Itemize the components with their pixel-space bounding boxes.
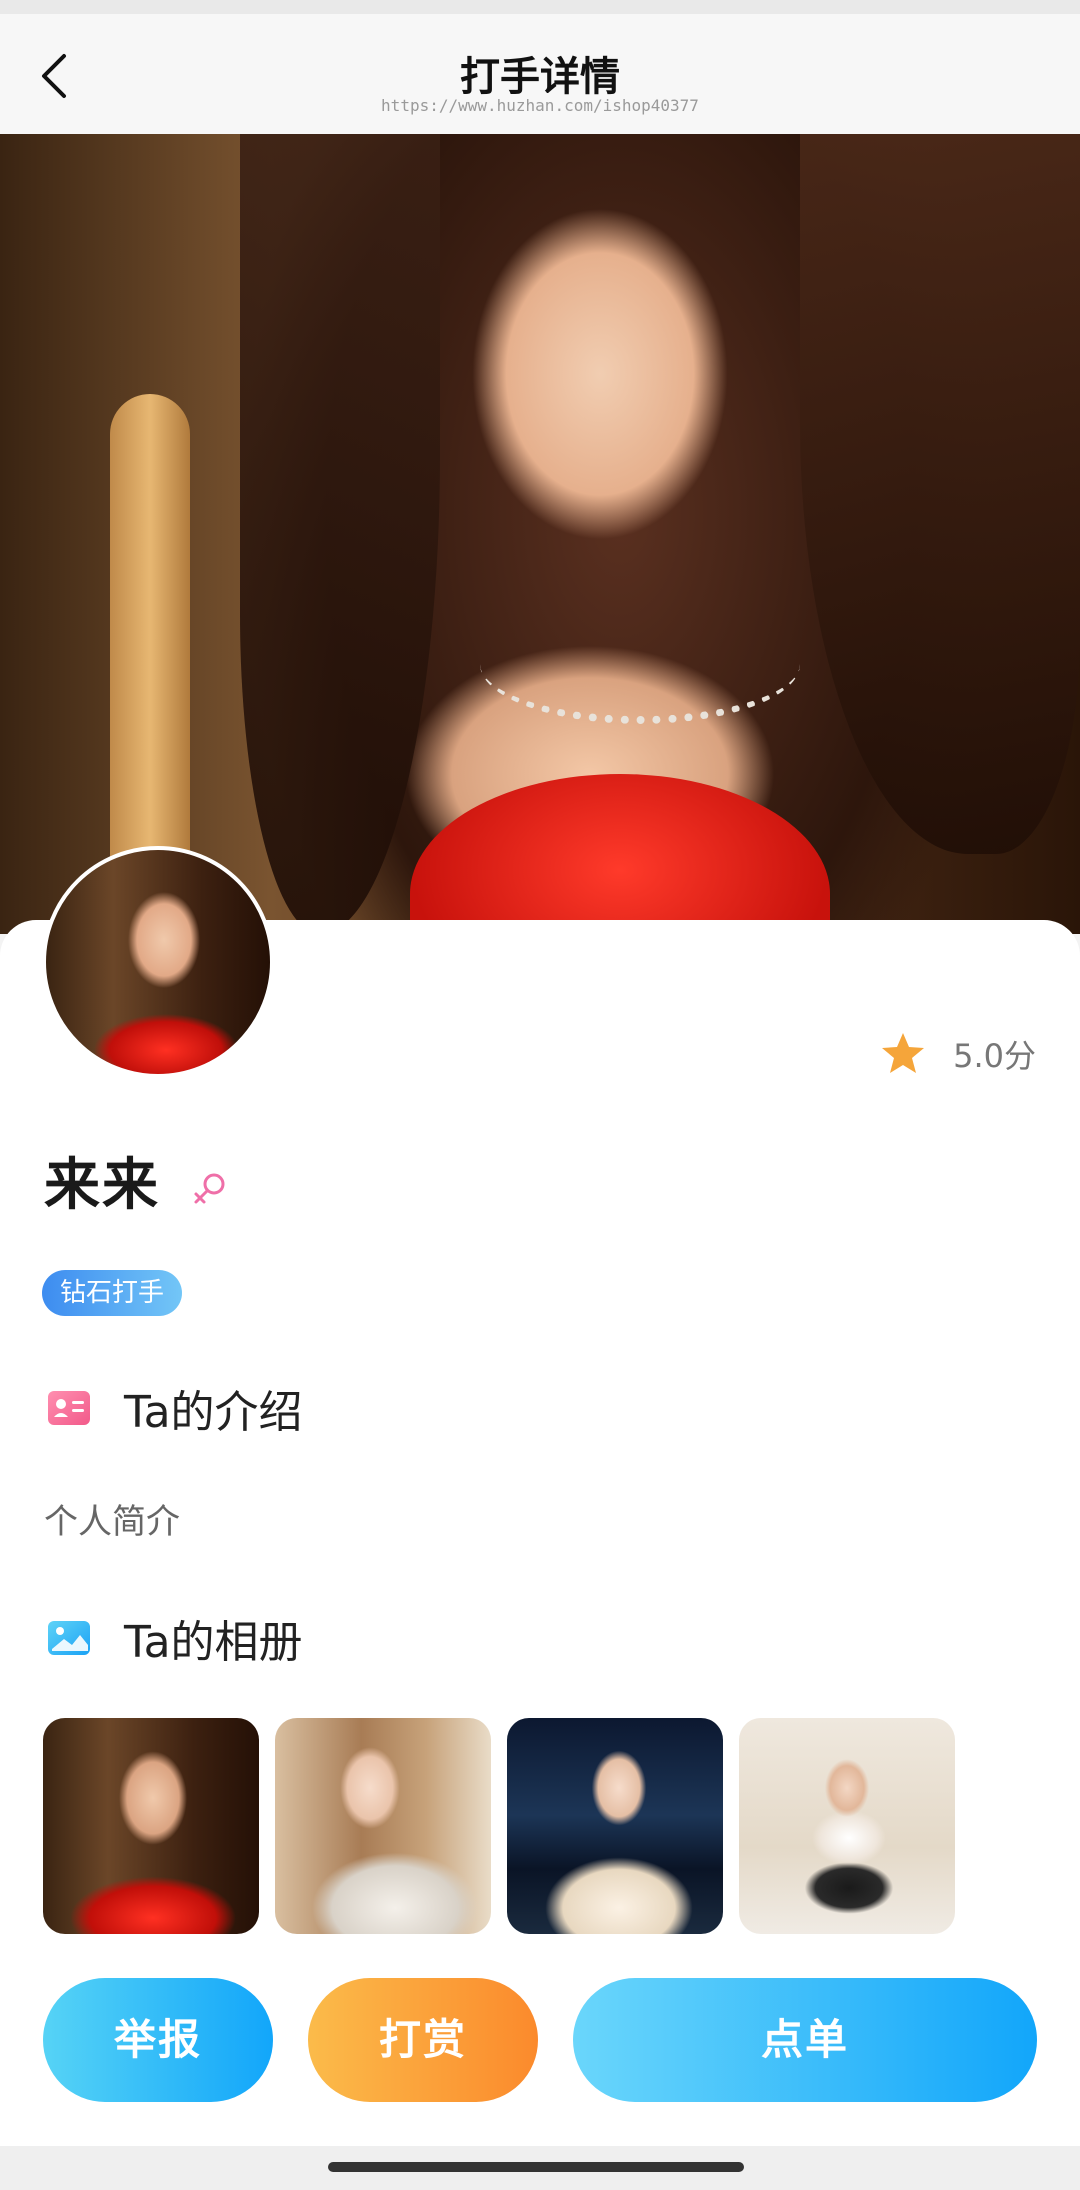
album-photo[interactable] — [43, 1718, 259, 1934]
rating: 5.0分 — [879, 1030, 1036, 1078]
intro-section-title: Ta的介绍 — [46, 1376, 303, 1440]
status-bar — [0, 0, 1080, 14]
bio-text: 个人简介 — [44, 1502, 180, 1542]
album-photo[interactable] — [507, 1718, 723, 1934]
order-button[interactable]: 点单 — [573, 1978, 1037, 2102]
female-icon — [194, 1173, 225, 1203]
reward-button[interactable]: 打赏 — [308, 1978, 538, 2102]
album-photo[interactable] — [275, 1718, 491, 1934]
avatar[interactable] — [42, 846, 274, 1078]
cover-photo[interactable] — [0, 134, 1080, 934]
album-photo[interactable] — [739, 1718, 955, 1934]
cover-photo-hair-right — [800, 134, 1080, 854]
nav-bar: 打手详情 https://www.huzhan.com/ishop40377 — [0, 14, 1080, 134]
image-icon — [48, 1621, 90, 1655]
cover-photo-hair-left — [240, 134, 440, 934]
player-name: 来来 — [44, 1153, 160, 1218]
star-icon — [882, 1033, 925, 1073]
player-detail-page: 打手详情 https://www.huzhan.com/ishop40377 5… — [0, 0, 1080, 2190]
id-card-icon — [48, 1391, 90, 1425]
home-indicator[interactable] — [328, 2162, 744, 2172]
report-button[interactable]: 举报 — [43, 1978, 273, 2102]
name-row: 来来 — [44, 1140, 230, 1221]
page-title: 打手详情 — [460, 54, 620, 100]
level-badge: 钻石打手 — [42, 1270, 183, 1316]
album-section-title: Ta的相册 — [46, 1606, 303, 1670]
cover-photo-dress — [410, 774, 830, 934]
watermark-text: https://www.huzhan.com/ishop40377 — [381, 96, 699, 115]
album-grid — [43, 1718, 955, 1934]
cover-photo-necklace — [480, 604, 800, 724]
intro-title-text: Ta的介绍 — [124, 1387, 303, 1438]
rating-score: 5.0分 — [953, 1037, 1036, 1075]
album-title-text: Ta的相册 — [124, 1617, 303, 1668]
